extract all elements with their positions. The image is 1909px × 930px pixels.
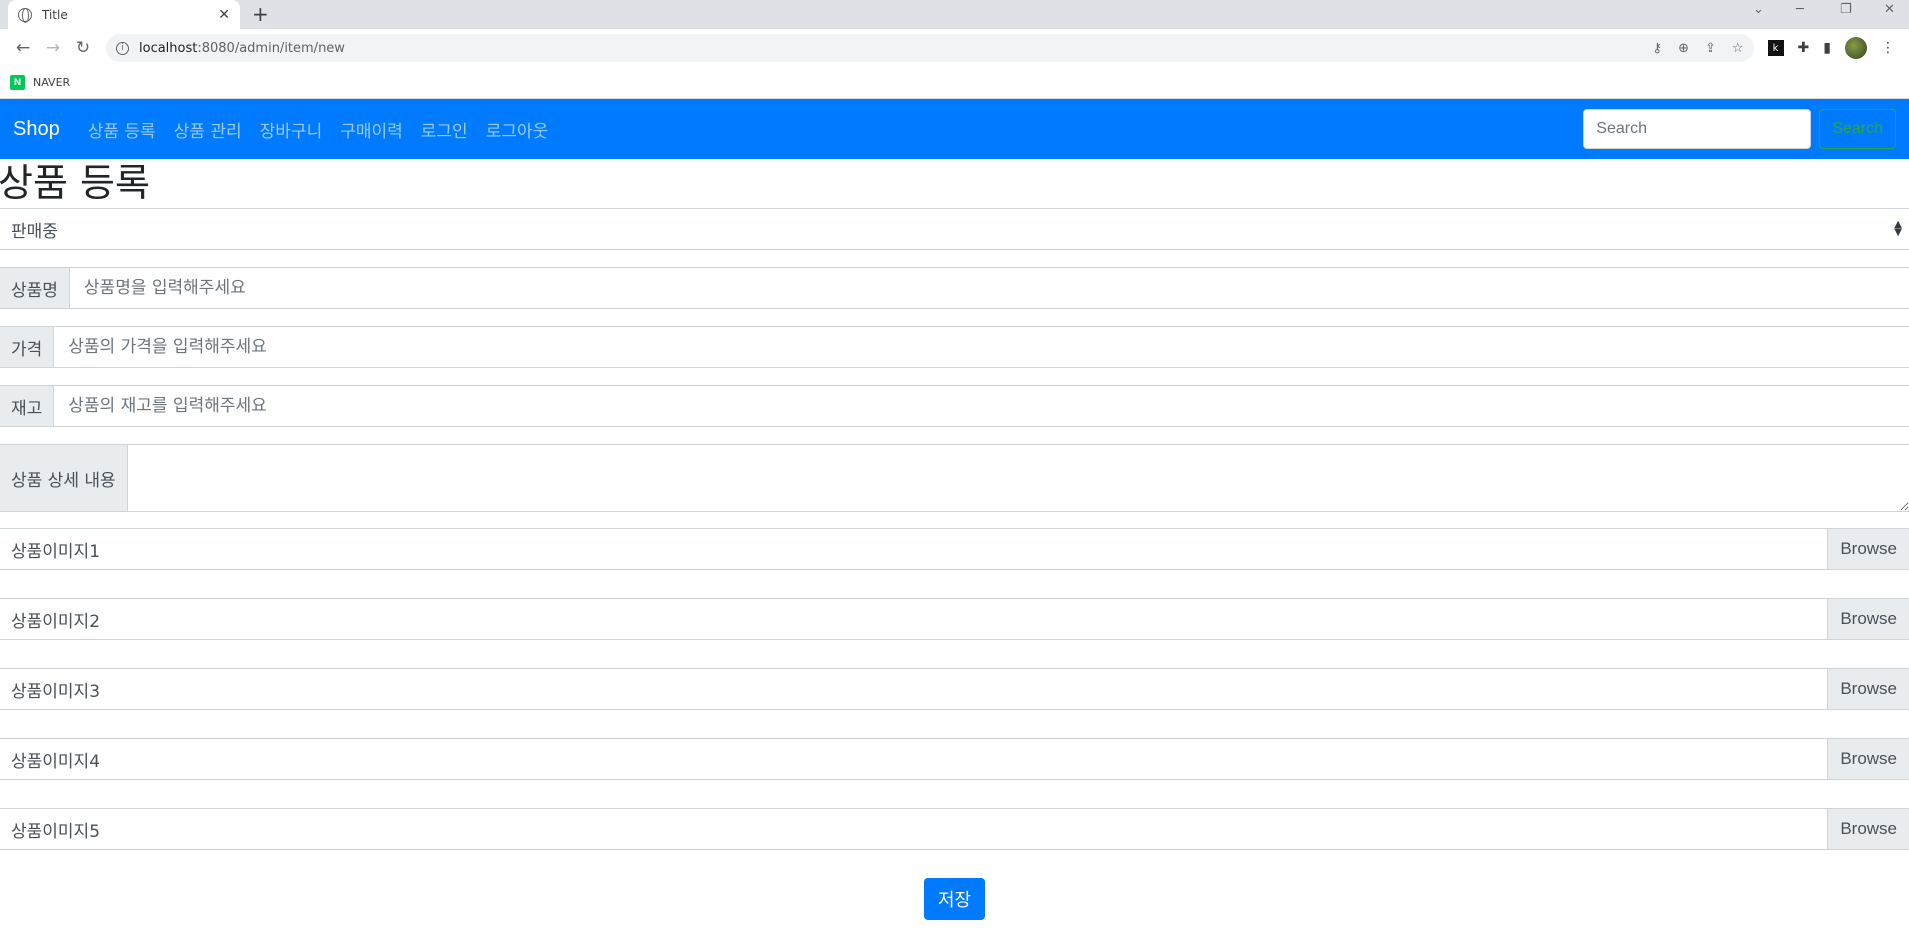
nav-item-register[interactable]: 상품 등록 <box>88 117 156 142</box>
stock-group: 재고 <box>0 385 1909 427</box>
status-selected-value: 판매중 <box>11 221 58 242</box>
new-tab-icon[interactable]: + <box>252 2 269 26</box>
forward-icon[interactable]: → <box>38 38 68 58</box>
browser-tab[interactable]: Title ✕ <box>8 0 240 29</box>
nav-links: 상품 등록 상품 관리 장바구니 구매이력 로그인 로그아웃 <box>88 117 549 142</box>
price-label: 가격 <box>0 327 55 367</box>
share-icon[interactable]: ⇪ <box>1705 41 1716 56</box>
price-group: 가격 <box>0 326 1909 368</box>
window-close-icon[interactable]: ✕ <box>1884 2 1895 17</box>
item-name-group: 상품명 <box>0 267 1909 309</box>
image-file-input-3[interactable]: 상품이미지3 Browse <box>0 668 1909 710</box>
search-input[interactable] <box>1583 109 1812 149</box>
address-bar[interactable]: i localhost:8080/admin/item/new ⚷ ⊕ ⇪ ☆ <box>106 34 1754 62</box>
stock-input[interactable] <box>54 386 1909 426</box>
image-file-label-1: 상품이미지1 <box>11 541 101 562</box>
nav-item-logout[interactable]: 로그아웃 <box>486 117 549 142</box>
search-form: Search <box>1583 109 1896 149</box>
stock-label: 재고 <box>0 386 55 426</box>
site-info-icon[interactable]: i <box>116 41 129 55</box>
image-file-input-2[interactable]: 상품이미지2 Browse <box>0 598 1909 640</box>
tab-title: Title <box>42 7 68 22</box>
bookmark-naver[interactable]: NAVER <box>33 76 70 89</box>
image-file-label-2: 상품이미지2 <box>11 611 101 632</box>
item-name-input[interactable] <box>69 268 1909 308</box>
url-host: localhost <box>139 40 198 56</box>
item-name-label: 상품명 <box>0 268 70 308</box>
price-input[interactable] <box>54 327 1909 367</box>
key-icon[interactable]: ⚷ <box>1653 41 1663 56</box>
image-file-input-1[interactable]: 상품이미지1 Browse <box>0 528 1909 570</box>
browser-tabbar: Title ✕ + ⌄ ─ ❐ ✕ <box>0 0 1909 29</box>
extension-k-icon[interactable]: k <box>1767 40 1784 56</box>
globe-icon <box>18 7 32 23</box>
url-path: :8080/admin/item/new <box>197 40 345 56</box>
navbar-brand[interactable]: Shop <box>13 118 60 141</box>
browse-button-1[interactable]: Browse <box>1827 529 1909 569</box>
nav-item-orders[interactable]: 구매이력 <box>340 117 403 142</box>
nav-item-cart[interactable]: 장바구니 <box>260 117 323 142</box>
minimize-icon[interactable]: ─ <box>1796 2 1804 17</box>
item-status-select[interactable]: 판매중 ▲ ▼ <box>0 208 1909 250</box>
profile-avatar[interactable] <box>1845 37 1867 59</box>
item-detail-label: 상품 상세 내용 <box>0 445 128 511</box>
bookmark-star-icon[interactable]: ☆ <box>1732 41 1744 56</box>
tab-search-icon[interactable]: ⌄ <box>1753 2 1764 17</box>
save-button[interactable]: 저장 <box>923 878 986 920</box>
extensions-puzzle-icon[interactable]: ✚ <box>1798 40 1810 56</box>
restore-icon[interactable]: ❐ <box>1840 2 1852 17</box>
menu-kebab-icon[interactable]: ⋮ <box>1881 40 1895 56</box>
search-button[interactable]: Search <box>1819 109 1896 149</box>
image-file-input-5[interactable]: 상품이미지5 Browse <box>0 808 1909 850</box>
close-tab-icon[interactable]: ✕ <box>218 7 230 23</box>
item-detail-textarea[interactable] <box>127 445 1909 511</box>
browse-button-4[interactable]: Browse <box>1827 739 1909 779</box>
side-panel-icon[interactable]: ▮ <box>1823 40 1831 56</box>
browser-toolbar: ← → ↻ i localhost:8080/admin/item/new ⚷ … <box>0 29 1909 67</box>
item-form: 상품 등록 판매중 ▲▼ 상품명 가격 재고 상품 상세 내용 상품이미지1 B… <box>0 164 1909 920</box>
item-detail-group: 상품 상세 내용 <box>0 444 1909 512</box>
image-file-label-3: 상품이미지3 <box>11 681 101 702</box>
image-file-label-4: 상품이미지4 <box>11 751 101 772</box>
browse-button-2[interactable]: Browse <box>1827 599 1909 639</box>
image-file-input-4[interactable]: 상품이미지4 Browse <box>0 738 1909 780</box>
nav-item-manage[interactable]: 상품 관리 <box>174 117 242 142</box>
site-navbar: Shop 상품 등록 상품 관리 장바구니 구매이력 로그인 로그아웃 Sear… <box>0 99 1909 159</box>
browse-button-3[interactable]: Browse <box>1827 669 1909 709</box>
browse-button-5[interactable]: Browse <box>1827 809 1909 849</box>
select-arrows-icon: ▲ ▼ <box>1894 219 1902 238</box>
bookmarks-bar: N NAVER <box>0 67 1909 99</box>
image-file-label-5: 상품이미지5 <box>11 821 101 842</box>
back-icon[interactable]: ← <box>8 38 38 58</box>
naver-icon: N <box>10 75 25 90</box>
save-wrapper: 저장 <box>0 878 1909 920</box>
page-title: 상품 등록 <box>0 161 150 205</box>
reload-icon[interactable]: ↻ <box>68 38 98 58</box>
zoom-icon[interactable]: ⊕ <box>1678 41 1689 56</box>
nav-item-login[interactable]: 로그인 <box>421 117 468 142</box>
